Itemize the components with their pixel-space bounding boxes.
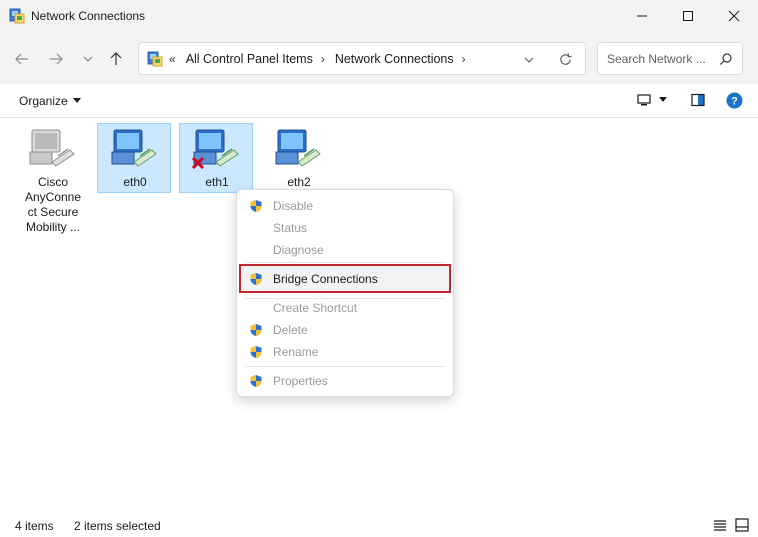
arrow-up-icon bbox=[110, 52, 122, 65]
breadcrumb-network-connections[interactable]: Network Connections bbox=[335, 52, 454, 66]
command-bar: Organize ? bbox=[0, 84, 758, 118]
uac-shield-icon bbox=[250, 375, 262, 387]
status-bar: 4 items 2 items selected bbox=[0, 514, 758, 537]
view-icon bbox=[637, 94, 651, 106]
title-bar: Network Connections bbox=[0, 0, 758, 32]
close-icon bbox=[728, 10, 740, 22]
address-history-chevron-icon[interactable] bbox=[523, 54, 535, 66]
network-connections-icon bbox=[9, 8, 25, 24]
chevron-right-icon[interactable]: › bbox=[321, 52, 325, 66]
arrow-right-icon bbox=[50, 53, 63, 65]
menu-separator bbox=[245, 366, 445, 367]
network-adapter-disabled-icon bbox=[29, 129, 75, 167]
close-button[interactable] bbox=[711, 0, 757, 32]
connection-label: eth1 bbox=[205, 175, 229, 189]
organize-label: Organize bbox=[19, 94, 68, 108]
menu-item-status[interactable]: Status bbox=[240, 217, 450, 239]
uac-shield-icon bbox=[250, 346, 262, 358]
uac-shield-icon bbox=[250, 324, 262, 336]
item-count: 4 items bbox=[15, 519, 54, 533]
chevron-right-icon[interactable]: › bbox=[462, 52, 466, 66]
selection-count: 2 items selected bbox=[74, 519, 161, 533]
change-view-button[interactable] bbox=[637, 93, 667, 107]
preview-pane-icon bbox=[691, 93, 705, 107]
navigation-bar: « All Control Panel Items › Network Conn… bbox=[0, 32, 758, 84]
connection-item-eth0[interactable]: eth0 bbox=[97, 123, 171, 193]
recent-locations-button[interactable] bbox=[76, 47, 100, 71]
address-bar[interactable]: « All Control Panel Items › Network Conn… bbox=[138, 42, 586, 75]
maximize-button[interactable] bbox=[665, 0, 711, 32]
large-icons-view-icon[interactable] bbox=[735, 518, 749, 532]
menu-item-rename[interactable]: Rename bbox=[240, 341, 450, 363]
details-view-icon[interactable] bbox=[713, 519, 727, 532]
search-placeholder: Search Network ... bbox=[607, 52, 706, 66]
caret-down-icon bbox=[659, 97, 667, 102]
breadcrumb-control-panel[interactable]: All Control Panel Items bbox=[186, 52, 313, 66]
maximize-icon bbox=[683, 11, 693, 21]
forward-button[interactable] bbox=[44, 47, 68, 71]
network-adapter-icon bbox=[111, 129, 157, 167]
uac-shield-icon bbox=[250, 200, 262, 212]
menu-item-diagnose[interactable]: Diagnose bbox=[240, 239, 450, 261]
svg-text:?: ? bbox=[731, 96, 738, 108]
help-button[interactable]: ? bbox=[726, 92, 743, 109]
menu-item-delete[interactable]: Delete bbox=[240, 319, 450, 341]
network-adapter-disconnected-icon bbox=[192, 129, 239, 170]
menu-separator bbox=[245, 262, 445, 263]
connection-label: Cisco AnyConne ct Secure Mobility ... bbox=[24, 175, 82, 234]
organize-button[interactable]: Organize bbox=[19, 94, 81, 108]
help-icon: ? bbox=[726, 92, 743, 109]
connection-item-eth1[interactable]: eth1 bbox=[179, 123, 253, 193]
uac-shield-icon bbox=[250, 273, 262, 285]
menu-item-properties[interactable]: Properties bbox=[240, 370, 450, 392]
minimize-icon bbox=[637, 15, 647, 17]
arrow-left-icon bbox=[15, 53, 28, 65]
menu-item-disable[interactable]: Disable bbox=[240, 195, 450, 217]
preview-pane-button[interactable] bbox=[691, 93, 705, 107]
search-icon[interactable] bbox=[719, 52, 733, 66]
connection-item-eth2[interactable]: eth2 bbox=[261, 123, 335, 193]
up-button[interactable] bbox=[104, 47, 128, 71]
minimize-button[interactable] bbox=[619, 0, 665, 32]
overflow-crumbs[interactable]: « bbox=[169, 52, 176, 66]
caret-down-icon bbox=[72, 98, 81, 103]
control-panel-icon bbox=[147, 51, 163, 67]
window-title: Network Connections bbox=[31, 9, 146, 23]
network-adapter-icon bbox=[275, 129, 321, 167]
connection-item-cisco[interactable]: Cisco AnyConne ct Secure Mobility ... bbox=[15, 123, 89, 234]
refresh-icon[interactable] bbox=[558, 52, 573, 67]
connection-label: eth2 bbox=[287, 175, 311, 189]
context-menu: Disable Status Diagnose Bridge Connectio… bbox=[236, 189, 454, 397]
menu-item-bridge-connections[interactable]: Bridge Connections bbox=[239, 264, 451, 293]
back-button[interactable] bbox=[10, 47, 34, 71]
menu-item-create-shortcut[interactable]: Create Shortcut bbox=[240, 297, 450, 319]
search-input[interactable]: Search Network ... bbox=[597, 42, 743, 75]
chevron-down-icon bbox=[83, 56, 93, 62]
connection-label: eth0 bbox=[123, 175, 147, 189]
